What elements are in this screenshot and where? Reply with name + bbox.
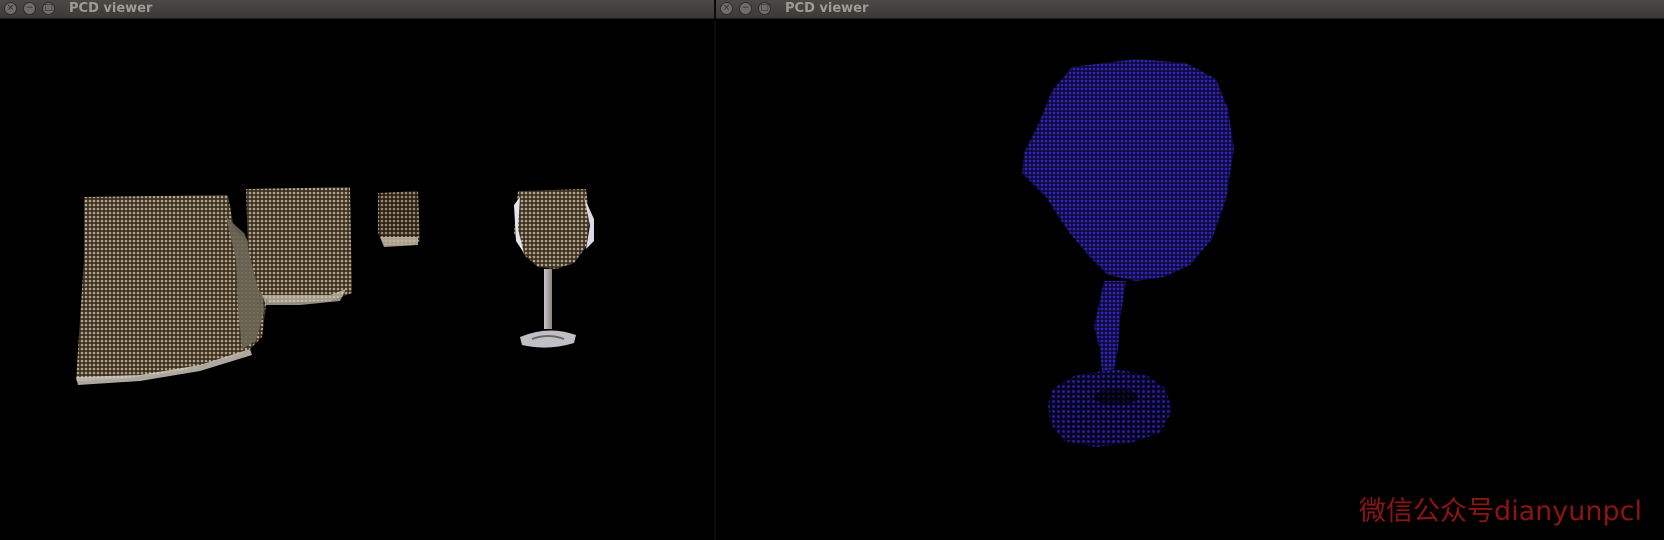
mug-point-cloud [76, 195, 266, 385]
wine-glass-point-cloud [514, 189, 594, 348]
pcd-viewer-window-cluster: × − □ PCD viewer [716, 0, 1664, 540]
minimize-icon[interactable]: − [739, 2, 752, 15]
close-icon[interactable]: × [720, 2, 733, 15]
small-object-point-cloud [378, 191, 420, 247]
box-point-cloud [246, 187, 352, 305]
close-icon[interactable]: × [4, 2, 17, 15]
window-title: PCD viewer [785, 1, 869, 16]
title-bar[interactable]: × − □ PCD viewer [716, 0, 1664, 19]
segmented-glass-point-cloud [1022, 59, 1234, 447]
window-title: PCD viewer [69, 1, 153, 16]
title-bar[interactable]: × − □ PCD viewer [0, 0, 714, 19]
point-cloud-viewport[interactable] [0, 19, 714, 540]
minimize-icon[interactable]: − [23, 2, 36, 15]
maximize-icon[interactable]: □ [42, 2, 55, 15]
watermark-text: 微信公众号dianyunpcl [1359, 496, 1642, 527]
point-cloud-viewport[interactable] [716, 19, 1664, 540]
maximize-icon[interactable]: □ [758, 2, 771, 15]
pcd-viewer-window-scene: × − □ PCD viewer [0, 0, 714, 540]
